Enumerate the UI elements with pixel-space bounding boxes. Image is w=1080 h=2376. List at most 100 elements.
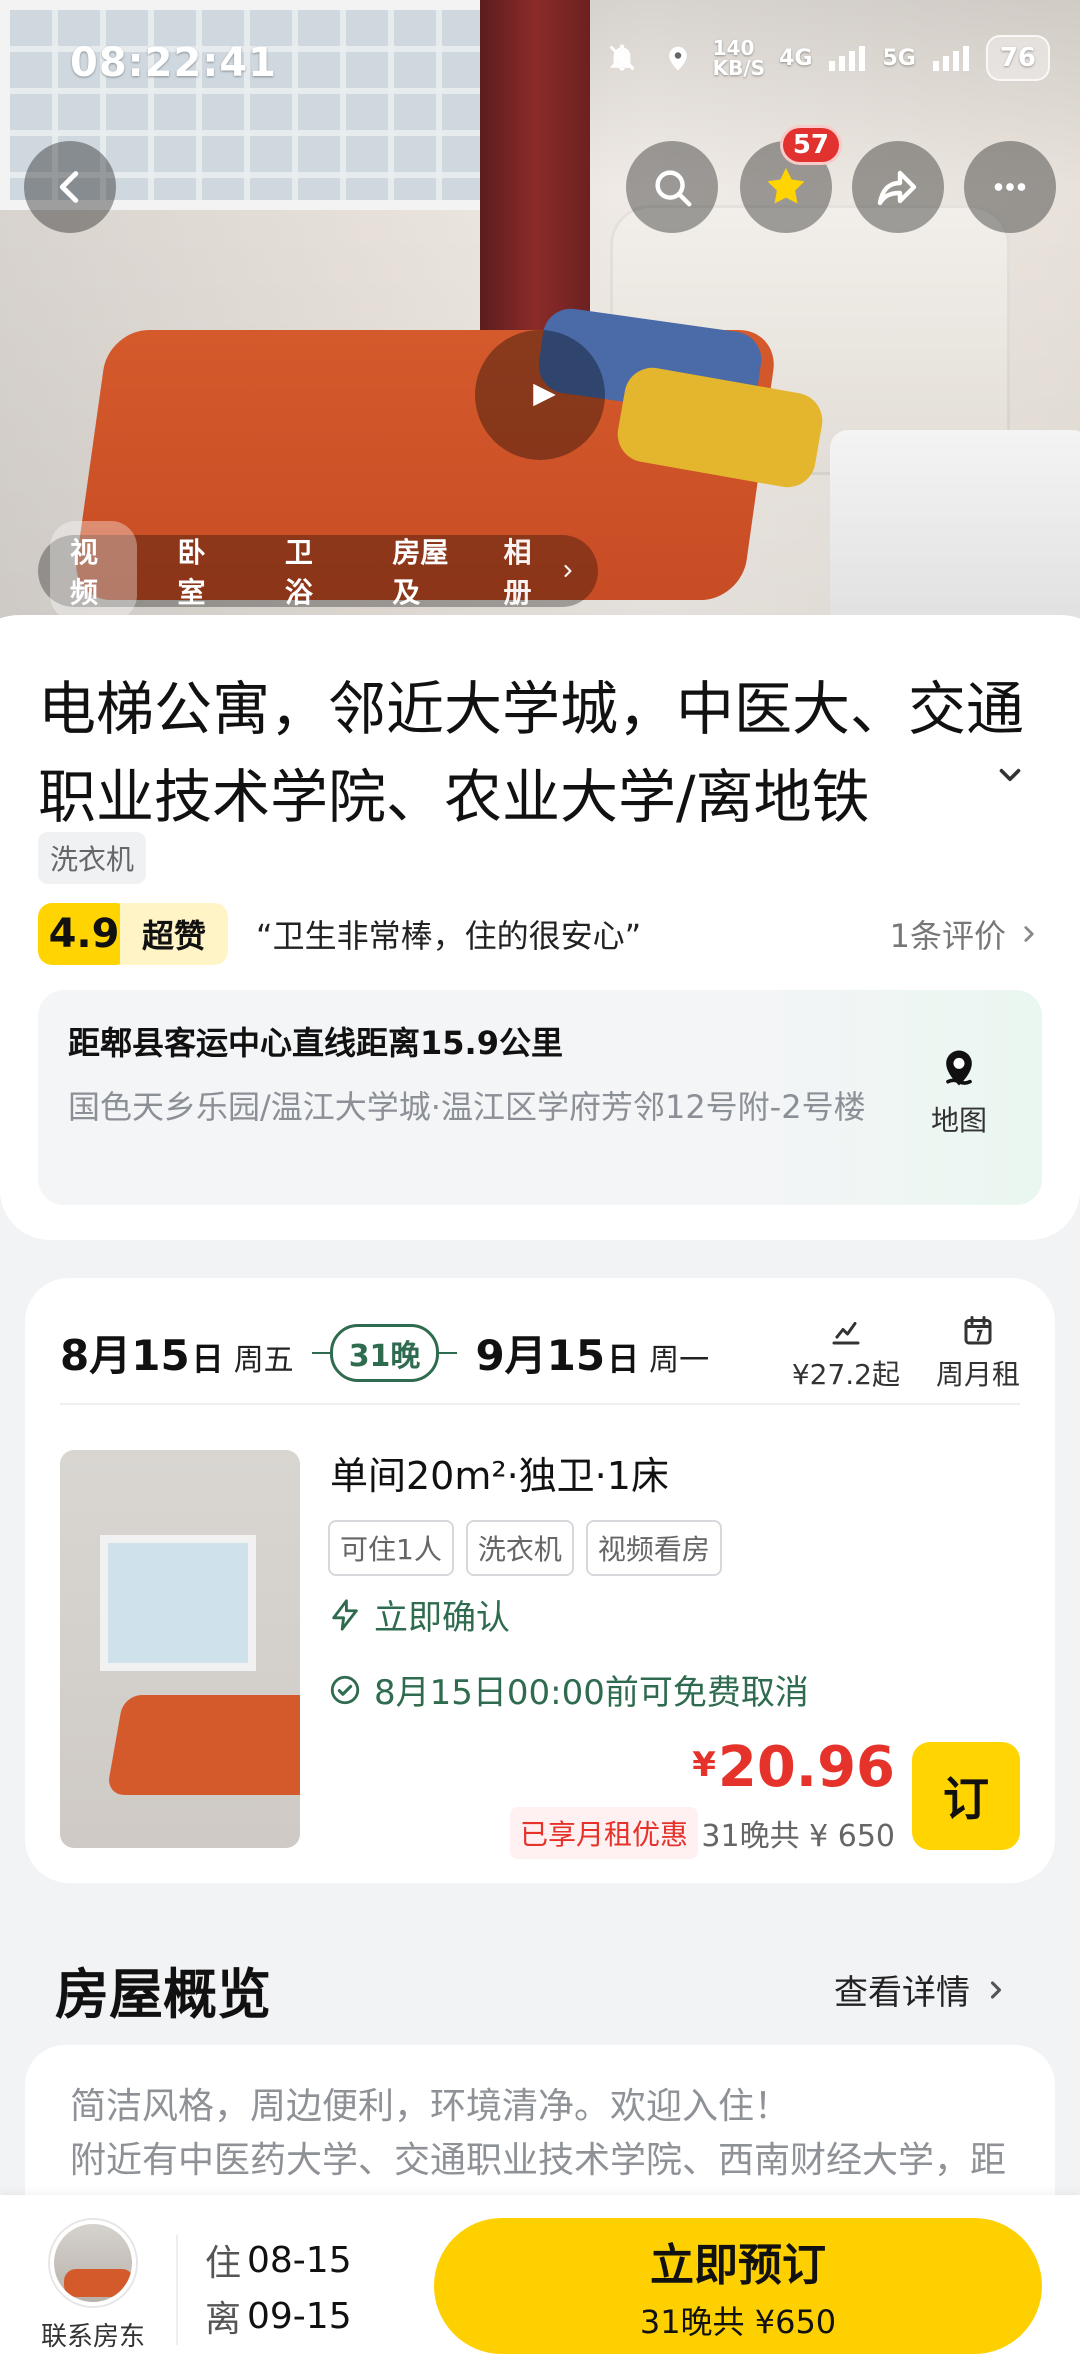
calendar-icon bbox=[964, 1315, 992, 1344]
discount-badge: 已享月租优惠 bbox=[510, 1807, 699, 1859]
album-link[interactable]: 相册 bbox=[503, 531, 578, 611]
book-now-sublabel: 31晚共 ¥650 bbox=[639, 2303, 837, 2341]
play-button[interactable] bbox=[475, 330, 605, 460]
room-tag: 洗衣机 bbox=[465, 1520, 574, 1576]
signal-icon-2 bbox=[930, 37, 972, 79]
status-right: 140 KB/S 4G 5G 76 bbox=[601, 35, 1050, 81]
contact-host-label: 联系房东 bbox=[40, 2322, 145, 2352]
net-4g: 4G bbox=[779, 45, 813, 71]
stay-in-date: 08-15 bbox=[247, 2239, 352, 2281]
check-in-month-day: 8月15 bbox=[60, 1331, 190, 1380]
rating-quote: “卫生非常棒，住的很安心” bbox=[256, 917, 642, 955]
nights-line-right bbox=[439, 1351, 458, 1354]
net-speed: 140 KB/S bbox=[712, 36, 766, 80]
reviews-link[interactable]: 1条评价 bbox=[890, 911, 1042, 957]
star-icon bbox=[767, 167, 805, 204]
date-row[interactable]: 8月15 日 周五 31晚 9月15 日 周一 ¥27.2起 周月租 bbox=[60, 1300, 1020, 1405]
free-cancel: 8月15日00:00前可免费取消 bbox=[328, 1665, 809, 1714]
map-button[interactable]: 地图 bbox=[914, 1045, 1004, 1155]
more-button[interactable] bbox=[964, 141, 1056, 233]
stay-out-row: 离 09-15 bbox=[205, 2288, 352, 2344]
stay-dates[interactable]: 住 08-15 离 09-15 bbox=[205, 2232, 352, 2344]
more-icon bbox=[994, 183, 1026, 191]
monthly-rent-button[interactable]: 周月租 bbox=[936, 1313, 1020, 1393]
host-avatar bbox=[50, 2220, 136, 2306]
check-in-date[interactable]: 8月15 日 周五 bbox=[60, 1322, 294, 1383]
album-label: 相册 bbox=[503, 536, 532, 609]
check-in-weekday: 周五 bbox=[233, 1343, 294, 1378]
back-button[interactable] bbox=[24, 141, 116, 233]
map-pin-icon bbox=[946, 1050, 972, 1086]
back-icon bbox=[59, 171, 79, 203]
chevron-right-icon bbox=[990, 1980, 1002, 1999]
book-now-button[interactable]: 立即预订 31晚共 ¥650 bbox=[434, 2218, 1042, 2354]
nightstand bbox=[830, 430, 1080, 625]
check-out-weekday: 周一 bbox=[649, 1343, 710, 1378]
favorite-button[interactable]: 57 bbox=[740, 125, 842, 233]
lightning-icon bbox=[332, 1598, 358, 1631]
rating-label: 超赞 bbox=[120, 903, 229, 965]
date-actions: ¥27.2起 周月租 bbox=[792, 1313, 1020, 1393]
search-icon bbox=[655, 170, 692, 207]
play-icon bbox=[533, 383, 556, 407]
battery-indicator: 76 bbox=[985, 35, 1050, 81]
stay-out-label: 离 bbox=[205, 2299, 242, 2340]
status-time: 08:22:41 bbox=[70, 40, 277, 86]
overview-title: 房屋概览 bbox=[55, 1963, 271, 2026]
check-out-month-day: 9月15 bbox=[475, 1331, 606, 1380]
search-button[interactable] bbox=[626, 141, 718, 233]
signal-icon bbox=[826, 37, 868, 79]
stay-out-date: 09-15 bbox=[247, 2295, 352, 2337]
expand-title-button[interactable] bbox=[990, 755, 1030, 795]
status-bar: 08:22:41 140 KB/S 4G 5G 76 bbox=[0, 0, 1080, 120]
overview-link-label: 查看详情 bbox=[834, 1973, 970, 2013]
monthly-rent-label: 周月租 bbox=[935, 1357, 1020, 1391]
contact-host[interactable]: 联系房东 bbox=[38, 2220, 148, 2360]
hero-top-actions: 57 bbox=[0, 125, 1080, 245]
free-cancel-text: 8月15日00:00前可免费取消 bbox=[374, 1673, 809, 1713]
price-currency: ¥ bbox=[692, 1745, 716, 1785]
check-out-date[interactable]: 9月15 日 周一 bbox=[475, 1322, 709, 1383]
bottom-separator bbox=[176, 2235, 178, 2345]
share-button[interactable] bbox=[852, 141, 944, 233]
check-out-day-char: 日 bbox=[607, 1340, 640, 1378]
tab-bedroom[interactable]: 卧室 bbox=[157, 521, 244, 621]
book-now-label: 立即预订 bbox=[650, 2240, 826, 2291]
chevron-right-icon bbox=[564, 564, 572, 578]
price-start-button[interactable]: ¥27.2起 bbox=[792, 1313, 900, 1393]
room-price: ¥ 20.96 bbox=[692, 1735, 895, 1800]
room-photo[interactable] bbox=[60, 1450, 300, 1848]
location-icon bbox=[657, 37, 699, 79]
order-button[interactable]: 订 bbox=[912, 1742, 1020, 1850]
distance-text: 距郫县客运中心直线距离15.9公里 bbox=[68, 1024, 563, 1062]
listing-title: 电梯公寓，邻近大学城，中医大、交通职业技术学院、农业大学/离地铁 bbox=[38, 675, 1025, 831]
room-tag: 视频看房 bbox=[585, 1520, 722, 1576]
tab-video[interactable]: 视频 bbox=[50, 521, 138, 621]
chart-icon bbox=[832, 1321, 860, 1344]
address-text: 国色天乡乐园/温江大学城·温江区学府芳邻12号附-2号楼 bbox=[68, 1088, 866, 1126]
nights-pill: 31晚 bbox=[329, 1323, 440, 1382]
price-area: ¥ 20.96 已享月租优惠 31晚共 ¥ 650 bbox=[510, 1735, 895, 1859]
location-card[interactable]: 距郫县客运中心直线距离15.9公里 国色天乡乐园/温江大学城·温江区学府芳邻12… bbox=[38, 990, 1042, 1205]
tab-bathroom[interactable]: 卫浴 bbox=[265, 521, 352, 621]
chevron-down-icon bbox=[999, 768, 1021, 782]
price-amount: 20.96 bbox=[717, 1735, 895, 1800]
price-total: 31晚共 ¥ 650 bbox=[701, 1819, 895, 1854]
rating-row[interactable]: 4.9 超赞 “卫生非常棒，住的很安心” 1条评价 bbox=[38, 900, 1042, 968]
stay-in-label: 住 bbox=[205, 2243, 242, 2284]
room-tag: 可住1人 bbox=[328, 1520, 454, 1576]
reviews-label: 1条评价 bbox=[889, 917, 1006, 955]
stay-in-row: 住 08-15 bbox=[205, 2232, 352, 2288]
overview-details-link[interactable]: 查看详情 bbox=[834, 1965, 1010, 2014]
favorite-count-badge: 57 bbox=[779, 125, 842, 165]
price-start-label: ¥27.2起 bbox=[791, 1357, 900, 1391]
instant-confirm-text: 立即确认 bbox=[374, 1598, 510, 1638]
check-circle-icon bbox=[330, 1675, 360, 1704]
tab-house[interactable]: 房屋及 bbox=[372, 521, 483, 621]
nights-indicator: 31晚 bbox=[311, 1323, 458, 1382]
map-label: 地图 bbox=[930, 1104, 987, 1137]
rating-score: 4.9 bbox=[38, 903, 130, 965]
share-icon bbox=[877, 170, 917, 206]
hero-media[interactable]: 08:22:41 140 KB/S 4G 5G 76 57 视频 卧室 卫浴 房… bbox=[0, 0, 1080, 625]
mute-icon bbox=[601, 37, 643, 79]
